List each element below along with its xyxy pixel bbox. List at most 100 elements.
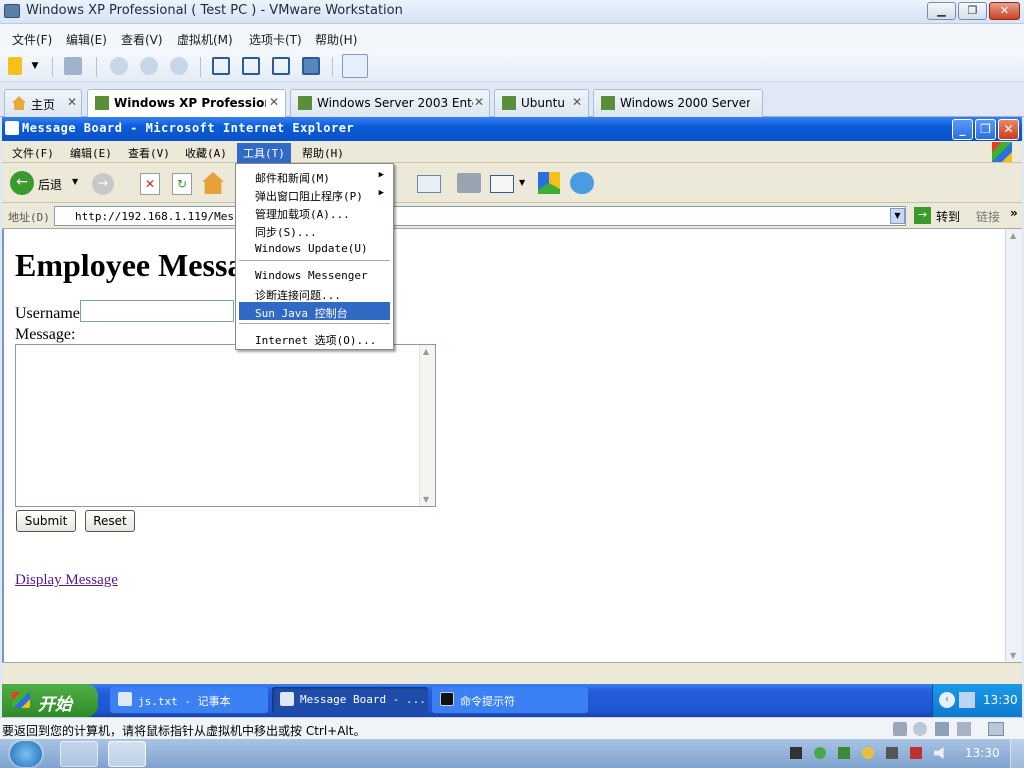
windows-orb-icon[interactable] [10,741,42,767]
vmware-taskbar-icon[interactable] [108,741,146,767]
tray-icon[interactable] [814,747,826,759]
messenger-icon[interactable] [570,172,594,194]
usb-icon[interactable] [957,722,971,736]
tray-icon[interactable] [790,747,802,759]
taskbar-item-notepad[interactable]: js.txt - 记事本 [110,687,268,713]
snapshot-icon[interactable] [110,57,128,75]
display-message-link[interactable]: Display Message [15,572,118,589]
chevron-right-icon[interactable]: » [1010,206,1018,220]
username-input[interactable] [80,300,234,322]
vm-menu-vm[interactable]: 虚拟机(M) [177,31,233,48]
quick-switch-icon[interactable] [342,54,368,78]
tray-icon[interactable] [862,747,874,759]
start-button[interactable]: 开始 [2,684,98,717]
tray-icon[interactable] [886,747,898,759]
go-arrow-icon[interactable]: → [914,207,931,224]
tab-windows-2000-server[interactable]: Windows 2000 Server [593,89,763,117]
show-desktop-button[interactable] [1010,739,1024,768]
ie-menu-tools[interactable]: 工具(T) [237,143,291,163]
network-icon[interactable] [959,692,975,708]
ie-menu-favorites[interactable]: 收藏(A) [185,145,227,161]
send-ctrl-alt-del-icon[interactable] [64,57,82,75]
menu-item-diagnose-connection[interactable]: 诊断连接问题... [239,284,390,302]
menu-item-windows-messenger[interactable]: Windows Messenger [239,266,390,284]
message-log-icon[interactable] [988,722,1004,736]
tab-windows-xp[interactable]: Windows XP Professional... ✕ [87,89,286,118]
maximize-button[interactable]: ❐ [958,2,987,20]
network-adapter-icon[interactable] [935,722,949,736]
tab-home[interactable]: 主页 ✕ [4,89,82,117]
ie-menu-edit[interactable]: 编辑(E) [70,145,112,161]
address-input[interactable]: http://192.168.1.119/Messag [54,206,906,226]
ie-menu-help[interactable]: 帮助(H) [302,145,344,161]
tab-windows-server-2003[interactable]: Windows Server 2003 Enterpr... ✕ [290,89,490,117]
chevron-left-icon[interactable]: ‹ [939,692,955,708]
hard-disk-icon[interactable] [893,722,907,736]
sidebar-view-icon[interactable] [212,57,230,75]
menu-item-mail-news[interactable]: 邮件和新闻(M) ▶ [239,167,390,185]
forward-icon[interactable]: → [92,173,114,195]
chevron-down-icon[interactable]: ▼ [890,208,905,224]
console-view-icon[interactable] [242,57,260,75]
snapshot-manager-icon[interactable] [170,57,188,75]
vm-menu-edit[interactable]: 编辑(E) [66,31,107,48]
home-icon[interactable] [202,172,224,194]
textarea-scrollbar[interactable]: ▲ ▼ [419,345,435,506]
tab-close-icon[interactable]: ✕ [67,95,77,109]
taskbar-item-cmd[interactable]: 命令提示符 [432,687,588,713]
close-button[interactable]: ✕ [989,2,1020,20]
menu-item-manage-addons[interactable]: 管理加载项(A)... [239,203,390,221]
vm-menu-view[interactable]: 查看(V) [121,31,163,48]
volume-icon[interactable] [934,747,944,759]
links-label[interactable]: 链接 [976,208,1000,225]
ie-minimize-button[interactable]: _ [952,119,973,140]
revert-snapshot-icon[interactable] [140,57,158,75]
stop-icon[interactable]: ✕ [140,173,160,195]
menu-item-sun-java-console[interactable]: Sun Java 控制台 [239,302,390,320]
submit-button[interactable]: Submit [16,510,76,532]
ie-close-button[interactable]: ✕ [998,119,1019,140]
scroll-up-icon[interactable]: ▲ [1010,231,1016,240]
message-textarea[interactable]: ▲ ▼ [15,344,436,507]
scroll-down-icon[interactable]: ▼ [1010,651,1016,660]
chevron-down-icon[interactable]: ▼ [519,178,525,187]
tray-icon[interactable] [910,747,922,759]
minimize-button[interactable]: ▁ [927,2,956,20]
back-label[interactable]: 后退 [38,176,62,193]
scroll-down-icon[interactable]: ▼ [423,495,429,504]
menu-item-internet-options[interactable]: Internet 选项(O)... [239,329,390,347]
pause-icon[interactable] [8,57,22,75]
guest-screen[interactable]: Message Board - Microsoft Internet Explo… [2,117,1022,717]
menu-item-synchronize[interactable]: 同步(S)... [239,221,390,239]
menu-item-popup-blocker[interactable]: 弹出窗口阻止程序(P) ▶ [239,185,390,203]
chevron-down-icon[interactable]: ▼ [72,177,78,186]
refresh-icon[interactable]: ↻ [172,173,192,195]
menu-item-windows-update[interactable]: Windows Update(U) [239,239,390,257]
scroll-up-icon[interactable]: ▲ [423,347,429,356]
vm-menu-file[interactable]: 文件(F) [12,31,52,48]
vm-menu-help[interactable]: 帮助(H) [315,31,357,48]
mail-icon[interactable] [417,175,441,193]
edit-icon[interactable] [490,175,514,193]
ie-menu-file[interactable]: 文件(F) [12,145,54,161]
print-icon[interactable] [457,173,481,193]
tab-close-icon[interactable]: ✕ [572,95,582,109]
ie-menu-view[interactable]: 查看(V) [128,145,170,161]
tab-close-icon[interactable]: ✕ [269,95,279,109]
unity-icon[interactable] [302,57,320,75]
reset-button[interactable]: Reset [85,510,135,532]
vm-menu-tabs[interactable]: 选项卡(T) [249,31,302,48]
security-shield-icon[interactable] [838,747,850,759]
back-icon[interactable]: ← [10,171,34,195]
tab-close-icon[interactable]: ✕ [474,95,484,109]
explorer-taskbar-icon[interactable] [60,741,98,767]
chevron-down-icon[interactable]: ▼ [28,57,42,75]
go-button[interactable]: 转到 [936,208,960,225]
research-icon[interactable] [538,172,560,194]
taskbar-item-message-board[interactable]: Message Board - ... [272,687,428,713]
page-scrollbar[interactable]: ▲ ▼ [1005,229,1022,662]
tab-ubuntu[interactable]: Ubuntu ✕ [494,89,589,117]
ie-maximize-button[interactable]: ❐ [975,119,996,140]
fullscreen-icon[interactable] [272,57,290,75]
cd-rom-icon[interactable] [913,722,927,736]
